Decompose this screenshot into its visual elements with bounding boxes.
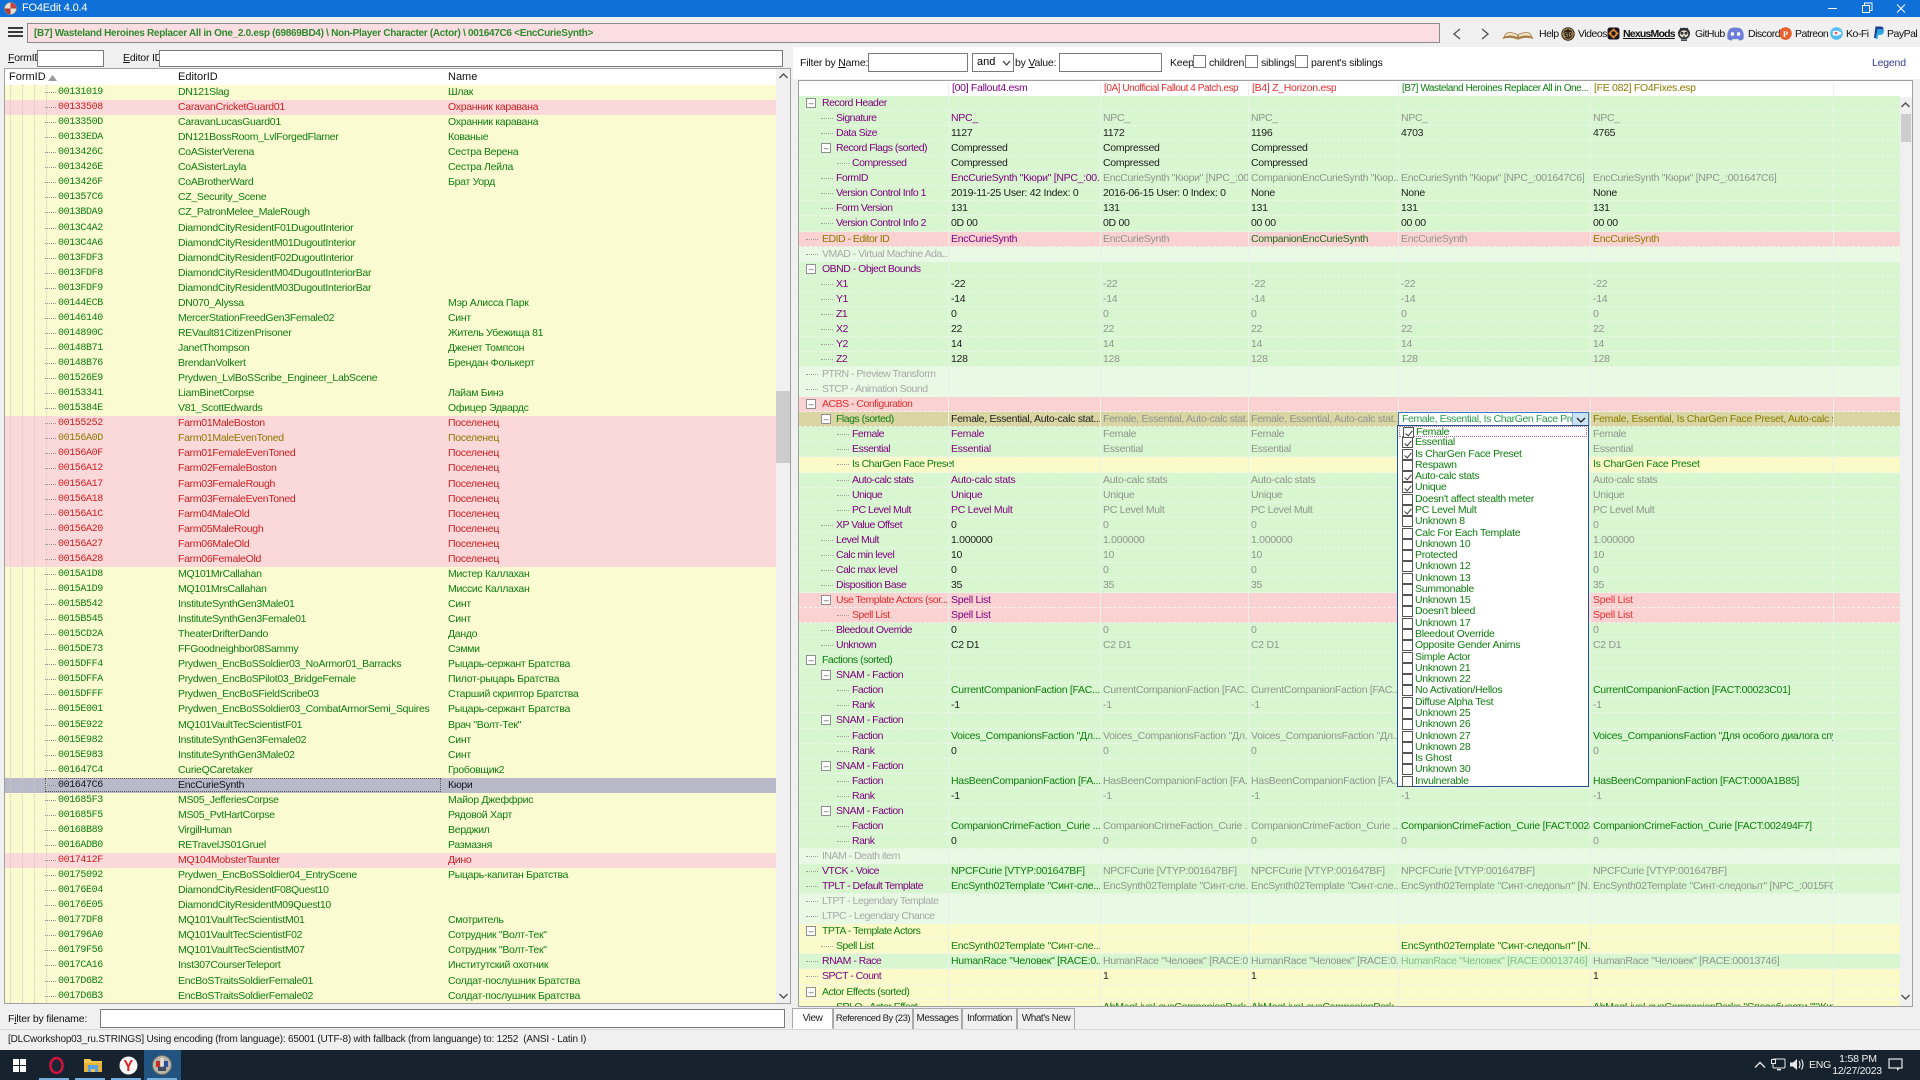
- svg-text:P: P: [1783, 29, 1788, 39]
- svg-text:GP: GP: [1563, 32, 1572, 39]
